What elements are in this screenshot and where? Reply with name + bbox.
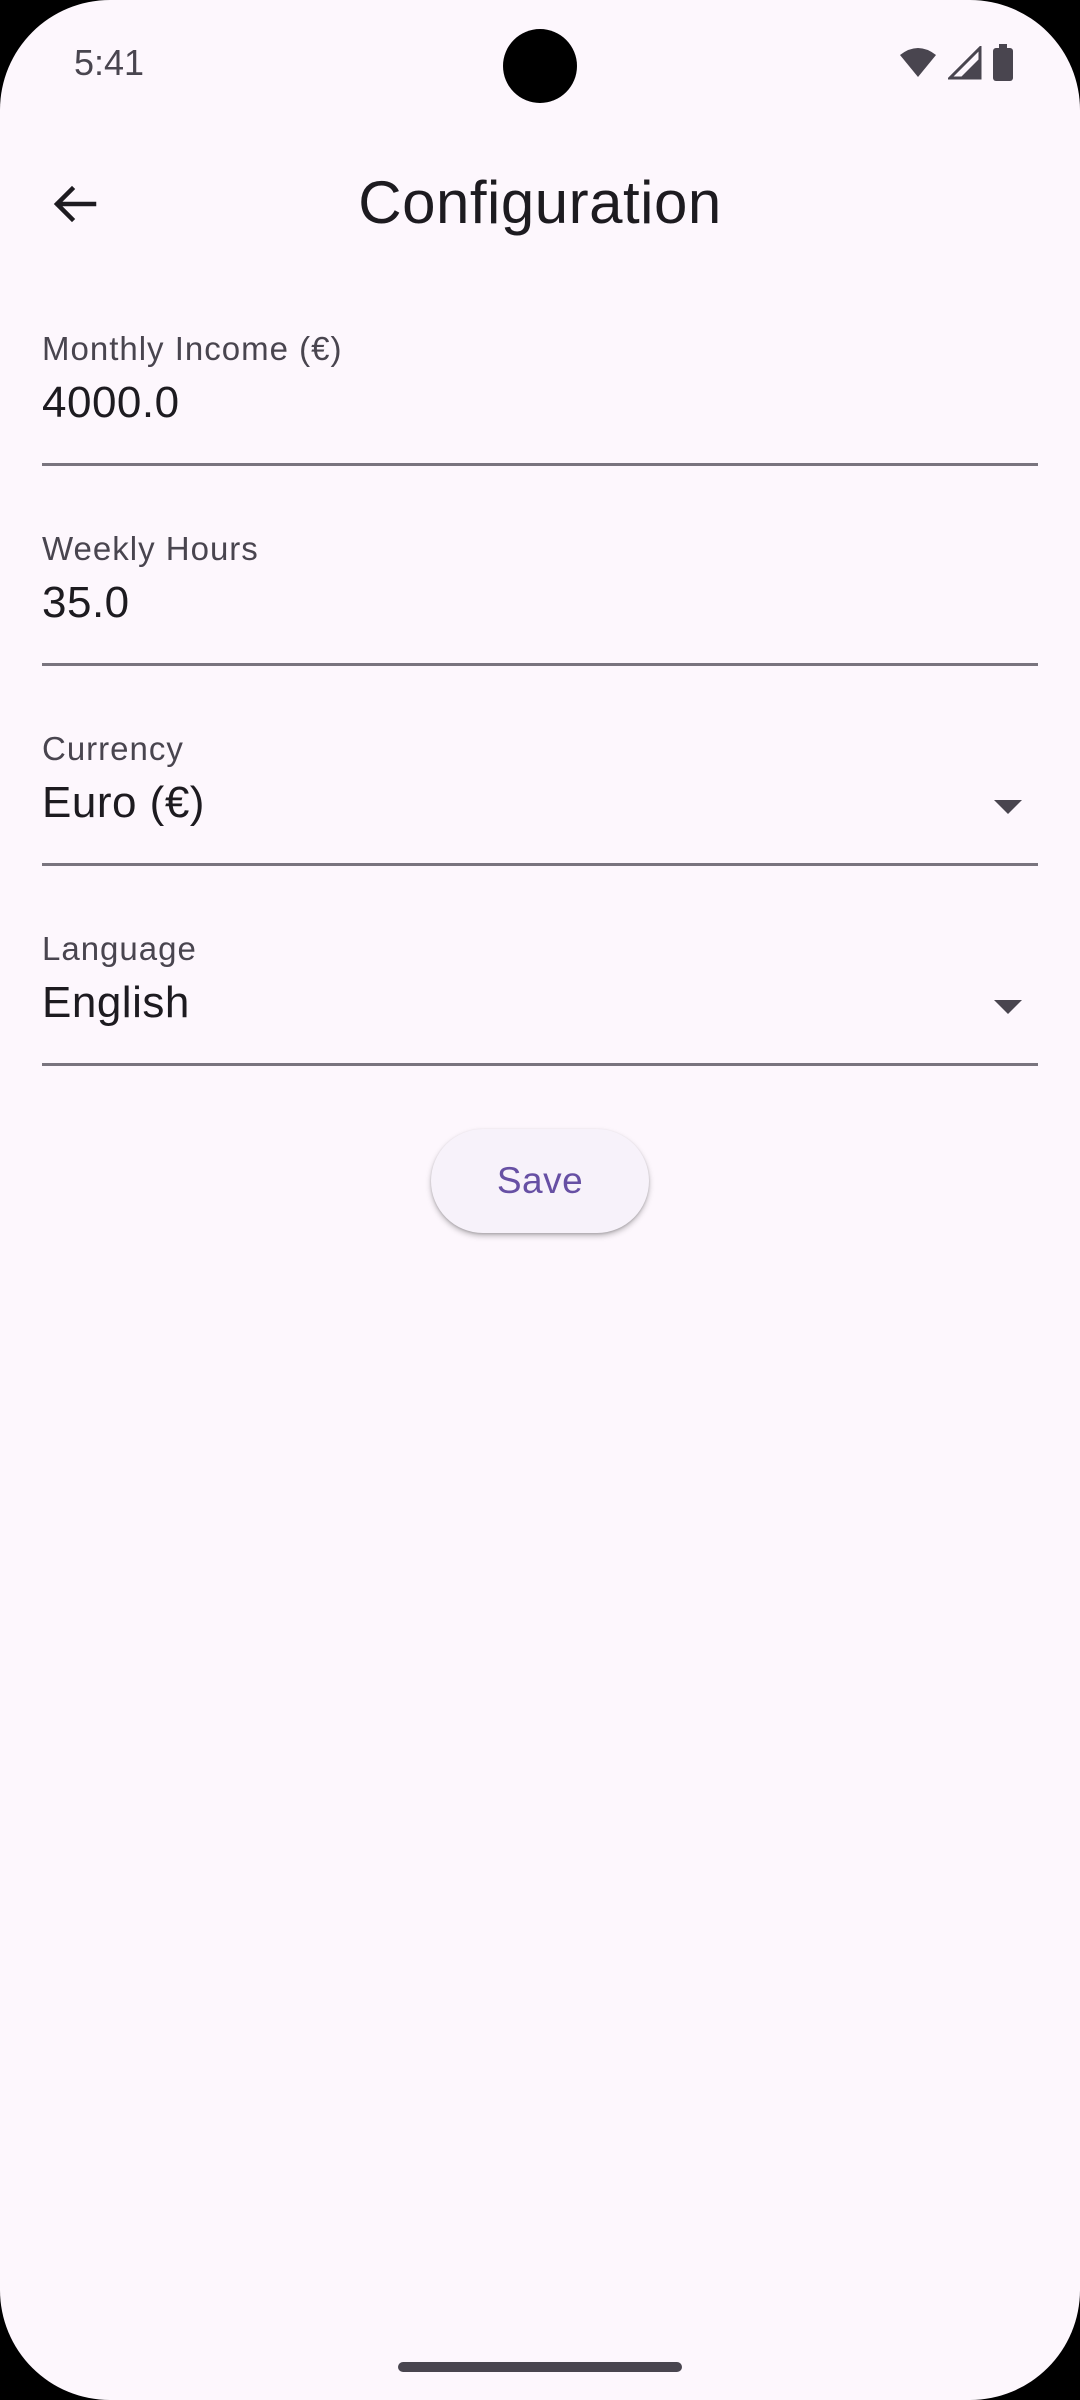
dropdown-arrow-icon[interactable] — [994, 800, 1022, 814]
weekly-hours-field[interactable]: Weekly Hours 35.0 — [42, 530, 1038, 666]
wifi-icon — [898, 47, 938, 84]
configuration-screen: 5:41 Configuration Monthly Income (€) 40… — [0, 0, 1080, 2400]
battery-icon — [992, 44, 1014, 87]
monthly-income-input[interactable]: 4000.0 — [42, 378, 180, 428]
language-label: Language — [42, 930, 197, 967]
language-dropdown[interactable]: Language English — [42, 930, 1038, 1066]
home-indicator[interactable] — [398, 2362, 682, 2372]
camera-cutout — [503, 29, 577, 103]
monthly-income-label: Monthly Income (€) — [42, 330, 343, 367]
status-icons — [898, 44, 1014, 87]
cell-signal-icon — [946, 44, 982, 85]
monthly-income-field[interactable]: Monthly Income (€) 4000.0 — [42, 330, 1038, 466]
language-selected-value[interactable]: English — [42, 978, 190, 1028]
currency-dropdown[interactable]: Currency Euro (€) — [42, 730, 1038, 866]
currency-selected-value[interactable]: Euro (€) — [42, 778, 205, 828]
weekly-hours-label: Weekly Hours — [42, 530, 259, 567]
dropdown-arrow-icon[interactable] — [994, 1000, 1022, 1014]
page-title: Configuration — [358, 169, 722, 236]
status-time: 5:41 — [74, 42, 145, 83]
weekly-hours-input[interactable]: 35.0 — [42, 578, 130, 628]
save-button[interactable]: Save — [431, 1129, 649, 1233]
currency-label: Currency — [42, 730, 184, 767]
